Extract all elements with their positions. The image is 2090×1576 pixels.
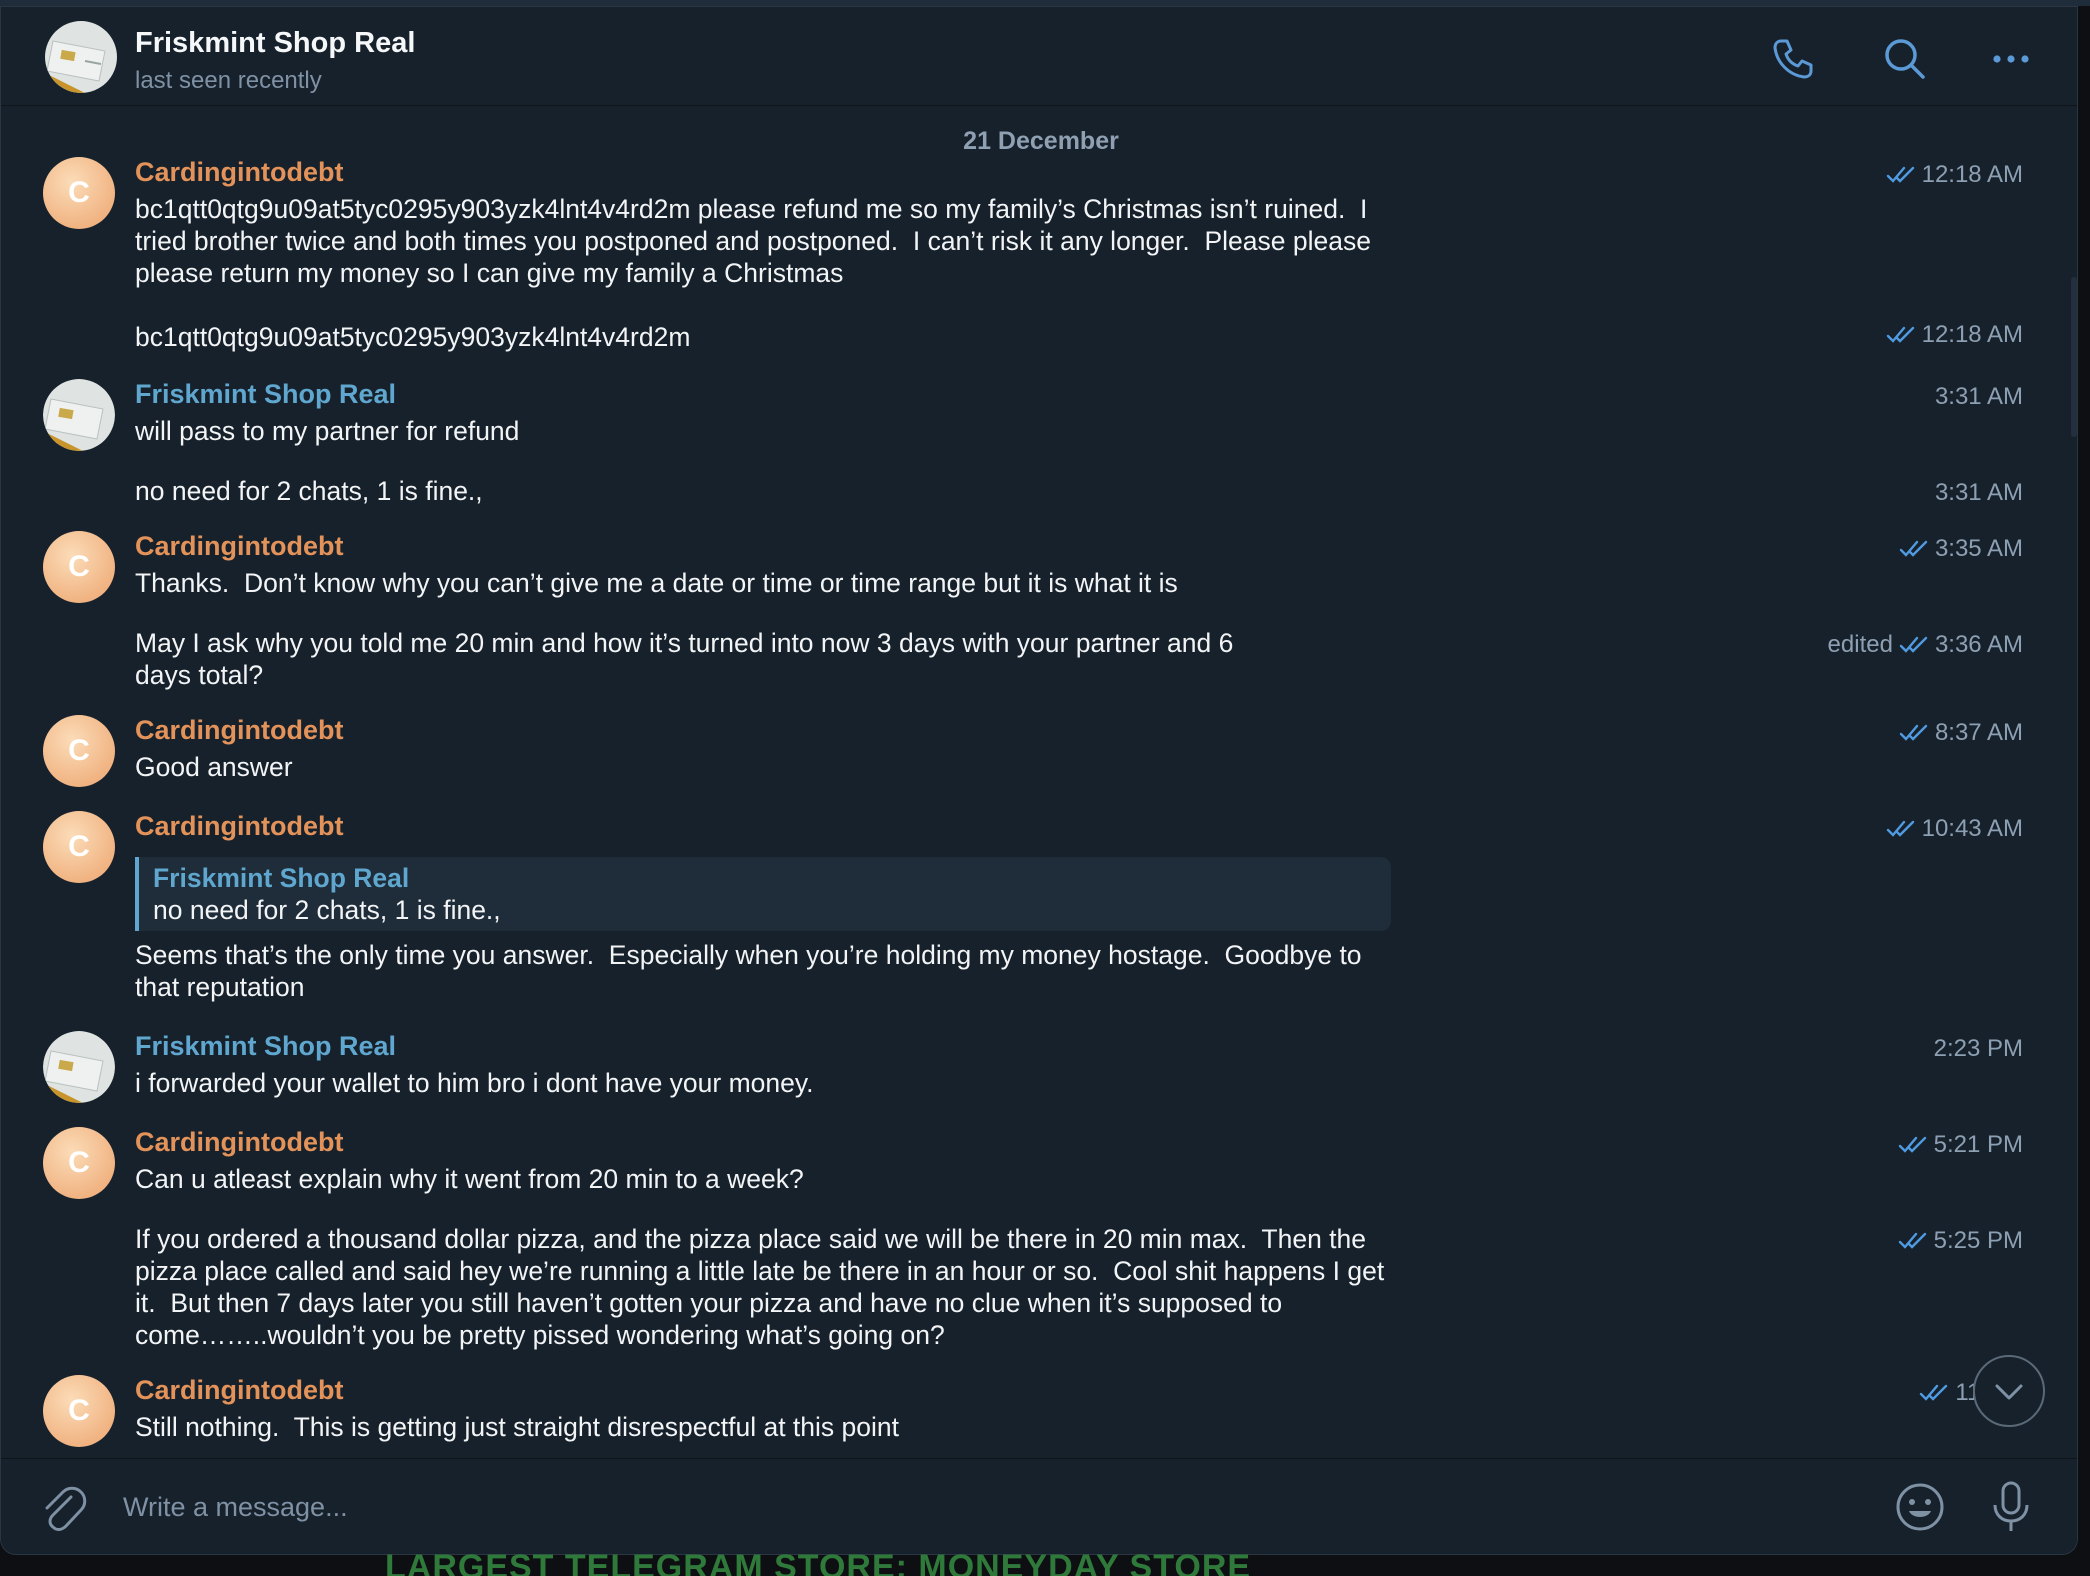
message-meta: 8:37 AM: [1899, 719, 2023, 747]
message-text: Still nothing. This is getting just stra…: [135, 1412, 899, 1442]
message-time: 2:23 PM: [1933, 1035, 2023, 1062]
message-text: Good answer: [135, 752, 293, 782]
message-time: 12:18 AM: [1921, 321, 2023, 348]
message-time: 8:37 AM: [1934, 719, 2023, 746]
double-check-icon: [1899, 636, 1928, 653]
message-sender[interactable]: Friskmint Shop Real: [135, 1031, 396, 1062]
message-time: 3:31 AM: [1934, 383, 2023, 410]
message-time: 12:18 AM: [1921, 161, 2023, 188]
message-text: Thanks. Don’t know why you can’t give me…: [135, 568, 1178, 598]
avatar[interactable]: C: [43, 1375, 115, 1447]
avatar[interactable]: C: [43, 811, 115, 883]
message-sender[interactable]: Cardingintodebt: [135, 811, 343, 842]
message-input[interactable]: [123, 1481, 1823, 1533]
message-meta: edited 3:36 AM: [1828, 631, 2023, 659]
avatar[interactable]: C: [43, 531, 115, 603]
message-sender[interactable]: Cardingintodebt: [135, 157, 343, 188]
message-sender[interactable]: Cardingintodebt: [135, 1375, 343, 1406]
avatar[interactable]: C: [43, 1127, 115, 1199]
message-text: If you ordered a thousand dollar pizza, …: [135, 1224, 1392, 1350]
message-text: no need for 2 chats, 1 is fine.,: [135, 476, 483, 506]
message-composer: [1, 1458, 2077, 1554]
message-text: Can u atleast explain why it went from 2…: [135, 1164, 804, 1194]
message-meta: 10:43 AM: [1886, 815, 2023, 843]
message-text: bc1qtt0qtg9u09at5tyc0295y903yzk4lnt4v4rd…: [135, 322, 691, 352]
message-text: May I ask why you told me 20 min and how…: [135, 628, 1241, 690]
chevron-down-icon: [1995, 1384, 2023, 1400]
message-meta: 5:21 PM: [1898, 1131, 2023, 1159]
attach-icon[interactable]: [39, 1483, 87, 1533]
message-sender[interactable]: Cardingintodebt: [135, 531, 343, 562]
double-check-icon: [1898, 1232, 1926, 1249]
avatar[interactable]: [43, 379, 115, 451]
message-time: 3:35 AM: [1934, 535, 2023, 562]
avatar[interactable]: [43, 1031, 115, 1103]
reply-sender: Friskmint Shop Real: [153, 863, 410, 893]
reply-quote[interactable]: Friskmint Shop Real no need for 2 chats,…: [135, 857, 1391, 931]
double-check-icon: [1920, 1384, 1948, 1401]
double-check-icon: [1899, 724, 1928, 741]
double-check-icon: [1898, 1136, 1926, 1153]
message-text: bc1qtt0qtg9u09at5tyc0295y903yzk4lnt4v4rd…: [135, 194, 1379, 288]
chat-title[interactable]: Friskmint Shop Real: [135, 27, 415, 60]
message-meta: 12:18 AM: [1886, 161, 2023, 189]
microphone-icon[interactable]: [1989, 1479, 2033, 1535]
message-meta: 3:35 AM: [1899, 535, 2023, 563]
message-time: 10:43 AM: [1921, 815, 2023, 842]
message-meta: 12:18 AM: [1886, 321, 2023, 349]
chat-avatar[interactable]: [45, 21, 117, 93]
double-check-icon: [1899, 540, 1928, 557]
message-text: will pass to my partner for refund: [135, 416, 520, 446]
edited-label: edited: [1827, 631, 1893, 658]
search-icon[interactable]: [1881, 35, 1929, 83]
reply-text: no need for 2 chats, 1 is fine.,: [153, 895, 501, 925]
phone-icon[interactable]: [1769, 35, 1817, 83]
date-separator: 21 December: [963, 127, 1119, 155]
double-check-icon: [1886, 326, 1914, 343]
double-check-icon: [1886, 820, 1914, 837]
avatar[interactable]: C: [43, 157, 115, 229]
message-time: 3:31 AM: [1934, 479, 2023, 506]
message-sender[interactable]: Cardingintodebt: [135, 715, 343, 746]
chat-header: Friskmint Shop Real last seen recently: [1, 7, 2077, 106]
message-text: i forwarded your wallet to him bro i don…: [135, 1068, 814, 1098]
chat-window: Friskmint Shop Real last seen recently 2…: [0, 6, 2078, 1555]
message-time: 5:21 PM: [1933, 1131, 2023, 1158]
message-text: Seems that’s the only time you answer. E…: [135, 940, 1369, 1002]
avatar[interactable]: C: [43, 715, 115, 787]
background-banner-text: LARGEST TELEGRAM STORE: MONEYDAY STORE: [385, 1548, 1252, 1576]
message-list[interactable]: 21 December C Cardingintodebt bc1qtt0qtg…: [1, 107, 2077, 1463]
scrollbar[interactable]: [2071, 277, 2077, 437]
message-meta: 5:25 PM: [1898, 1227, 2023, 1255]
message-meta: 3:31 AM: [1935, 383, 2023, 411]
emoji-icon[interactable]: [1894, 1481, 1946, 1533]
more-icon[interactable]: [1987, 35, 2035, 83]
message-time: 3:36 AM: [1934, 631, 2023, 658]
scroll-down-button[interactable]: [1973, 1355, 2045, 1427]
double-check-icon: [1886, 166, 1914, 183]
message-sender[interactable]: Friskmint Shop Real: [135, 379, 396, 410]
message-meta: 3:31 AM: [1935, 479, 2023, 507]
message-meta: 2:23 PM: [1934, 1035, 2023, 1063]
message-time: 5:25 PM: [1933, 1227, 2023, 1254]
message-sender[interactable]: Cardingintodebt: [135, 1127, 343, 1158]
chat-status: last seen recently: [135, 67, 322, 94]
